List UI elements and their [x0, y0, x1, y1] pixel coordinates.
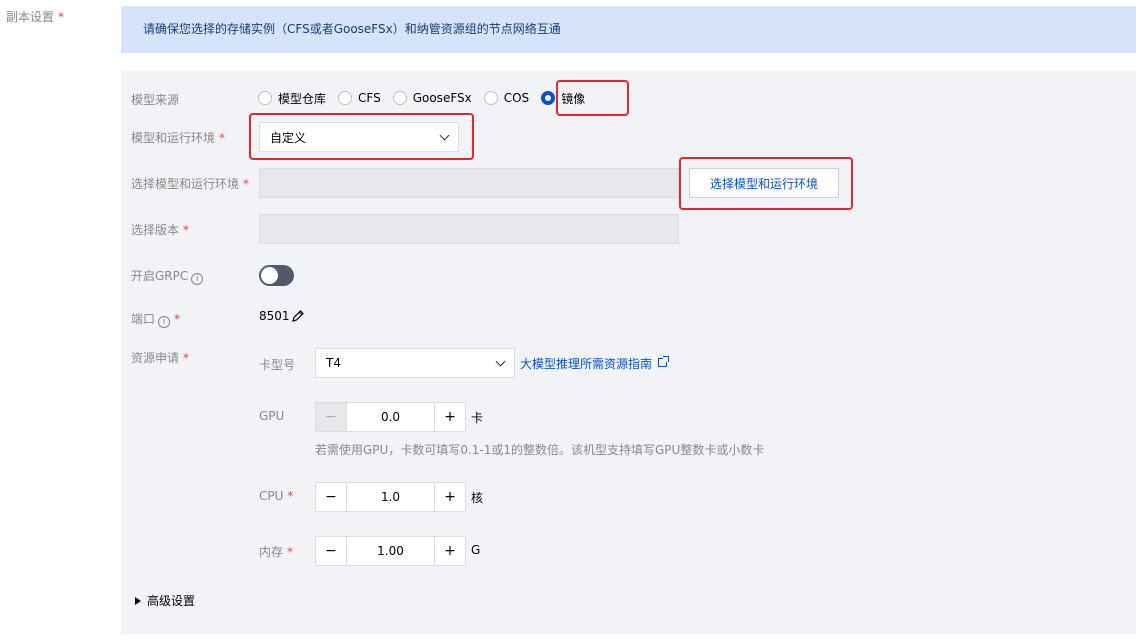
- memory-label-text: 内存: [259, 545, 284, 559]
- info-icon[interactable]: i: [158, 316, 171, 328]
- gpu-label-text: GPU: [259, 409, 285, 423]
- memory-label: 内存 *: [259, 543, 293, 560]
- info-icon[interactable]: i: [191, 273, 204, 285]
- version-input: [259, 214, 679, 244]
- radio-label: 镜像: [561, 91, 586, 106]
- grpc-toggle[interactable]: [259, 265, 294, 286]
- gpu-stepper: − 0.0 +: [315, 402, 466, 432]
- resource-guide-link[interactable]: 大模型推理所需资源指南: [520, 355, 670, 372]
- radio-circle: [483, 91, 498, 105]
- required-marker: *: [287, 545, 294, 559]
- gpu-unit: 卡: [471, 411, 484, 425]
- radio-circle: [392, 91, 407, 105]
- required-marker: *: [183, 351, 190, 365]
- cpu-label-text: CPU: [259, 489, 284, 503]
- required-marker: *: [243, 177, 250, 191]
- gpu-value[interactable]: 0.0: [346, 403, 435, 431]
- required-marker: *: [183, 223, 190, 237]
- resource-label-text: 资源申请: [131, 351, 180, 365]
- port-label-text: 端口: [131, 312, 156, 326]
- notice-text: 请确保您选择的存储实例（CFS或者GooseFSx）和纳管资源组的节点网络互通: [143, 22, 561, 36]
- model-env-select-value: 自定义: [270, 130, 307, 145]
- card-type-label-text: 卡型号: [259, 358, 296, 372]
- radio-model-repo[interactable]: 模型仓库: [258, 90, 326, 107]
- select-version-label: 选择版本 *: [131, 221, 189, 238]
- gpu-decrement-button[interactable]: −: [316, 403, 346, 431]
- grpc-label: 开启GRPC i: [131, 267, 204, 285]
- grpc-label-text: 开启GRPC: [131, 269, 189, 283]
- section-label-text: 副本设置: [6, 10, 55, 24]
- select-model-env-button-label: 选择模型和运行环境: [709, 176, 818, 191]
- cpu-decrement-button[interactable]: −: [316, 483, 346, 511]
- chevron-down-icon: [439, 130, 450, 140]
- cpu-value[interactable]: 1.0: [346, 483, 435, 511]
- chevron-down-icon: [495, 356, 506, 366]
- memory-increment-button[interactable]: +: [435, 537, 465, 565]
- memory-stepper: − 1.00 +: [315, 536, 466, 566]
- cpu-stepper: − 1.0 +: [315, 482, 466, 512]
- card-type-select[interactable]: T4: [315, 348, 515, 378]
- radio-cos[interactable]: COS: [483, 91, 530, 105]
- advanced-settings-label: 高级设置: [147, 594, 196, 608]
- pencil-icon[interactable]: [291, 309, 305, 323]
- resource-guide-link-text: 大模型推理所需资源指南: [520, 357, 653, 371]
- radio-label: COS: [503, 91, 530, 105]
- cpu-unit: 核: [471, 491, 484, 505]
- cpu-label: CPU *: [259, 489, 293, 503]
- radio-circle-checked: [541, 91, 556, 105]
- section-label-replica-settings: 副本设置 *: [6, 8, 64, 25]
- model-env-select[interactable]: 自定义: [259, 122, 459, 152]
- radio-cfs[interactable]: CFS: [338, 91, 381, 105]
- required-marker: *: [174, 312, 181, 326]
- required-marker: *: [58, 10, 65, 24]
- model-env-label: 模型和运行环境 *: [131, 129, 225, 146]
- select-model-env-label: 选择模型和运行环境 *: [131, 175, 249, 192]
- required-marker: *: [287, 489, 294, 503]
- select-model-env-button[interactable]: 选择模型和运行环境: [689, 168, 839, 198]
- radio-circle: [258, 91, 272, 105]
- port-value: 8501: [259, 309, 290, 323]
- advanced-settings-toggle[interactable]: 高级设置: [135, 592, 195, 609]
- port-value-group: 8501: [259, 309, 305, 323]
- memory-value[interactable]: 1.00: [346, 537, 435, 565]
- gpu-hint: 若需使用GPU，卡数可填写0.1-1或1的整数倍。该机型支持填写GPU整数卡或小…: [315, 443, 765, 457]
- selected-model-env-input: [259, 168, 679, 198]
- model-source-radio-group: 模型仓库 CFS GooseFSx COS 镜像: [258, 88, 597, 108]
- radio-label: GooseFSx: [412, 91, 472, 105]
- card-type-select-value: T4: [326, 356, 341, 370]
- caret-right-icon: [135, 597, 141, 605]
- radio-goosefsx[interactable]: GooseFSx: [392, 91, 472, 105]
- select-model-env-label-text: 选择模型和运行环境: [131, 177, 240, 191]
- toggle-knob: [261, 267, 278, 284]
- radio-label: 模型仓库: [278, 91, 327, 106]
- resource-label: 资源申请 *: [131, 349, 189, 366]
- external-link-icon: [658, 356, 670, 367]
- card-type-label: 卡型号: [259, 356, 295, 373]
- model-env-label-text: 模型和运行环境: [131, 131, 216, 145]
- required-marker: *: [219, 131, 226, 145]
- model-source-label-text: 模型来源: [131, 93, 180, 107]
- radio-circle: [338, 91, 353, 105]
- radio-image[interactable]: 镜像: [541, 90, 585, 107]
- port-label: 端口 i *: [131, 310, 180, 328]
- gpu-label: GPU: [259, 409, 284, 423]
- cpu-increment-button[interactable]: +: [435, 483, 465, 511]
- memory-decrement-button[interactable]: −: [316, 537, 346, 565]
- network-notice-banner: 请确保您选择的存储实例（CFS或者GooseFSx）和纳管资源组的节点网络互通: [121, 6, 1136, 53]
- model-source-label: 模型来源: [131, 91, 179, 108]
- memory-unit: G: [471, 543, 481, 557]
- radio-label: CFS: [358, 91, 381, 105]
- select-version-label-text: 选择版本: [131, 223, 180, 237]
- gpu-increment-button[interactable]: +: [435, 403, 465, 431]
